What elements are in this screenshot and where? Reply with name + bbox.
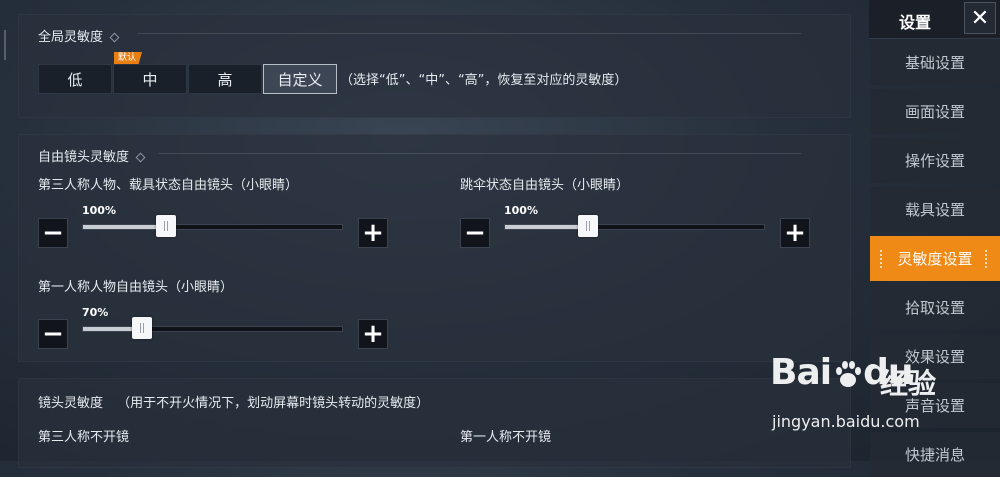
sensitivity-slider[interactable]: 100% xyxy=(82,204,343,237)
left-edge-divider xyxy=(4,30,6,60)
preset-high-button[interactable]: 高 xyxy=(188,64,262,94)
slider-value: 100% xyxy=(504,204,538,217)
preset-low-button[interactable]: 低 xyxy=(38,64,112,94)
increase-button[interactable]: + xyxy=(358,218,388,248)
slider-value: 70% xyxy=(82,306,109,319)
increase-button[interactable]: + xyxy=(780,218,810,248)
decrease-button[interactable]: − xyxy=(38,218,68,248)
sidebar-item-label: 画面设置 xyxy=(904,103,965,121)
minus-icon: − xyxy=(464,218,486,248)
slider-thumb[interactable] xyxy=(155,215,176,237)
preset-label: 高 xyxy=(217,70,233,89)
preset-label: 自定义 xyxy=(277,70,323,89)
sidebar-item-basic[interactable]: 基础设置 xyxy=(870,40,1000,85)
close-button[interactable]: ✕ xyxy=(964,2,996,34)
preset-label: 低 xyxy=(67,70,83,89)
preset-medium-button[interactable]: 默认 中 xyxy=(113,52,187,94)
slider-thumb[interactable] xyxy=(132,317,153,339)
sensitivity-slider[interactable]: 70% xyxy=(82,306,343,339)
increase-button[interactable]: + xyxy=(358,319,388,349)
preset-custom-button[interactable]: 自定义 xyxy=(263,64,337,94)
slider-track xyxy=(82,326,343,332)
divider xyxy=(158,153,801,154)
global-sensitivity-title: 全局灵敏度 xyxy=(38,26,120,45)
slider-label-first-person: 第一人称人物自由镜头（小眼睛） xyxy=(38,280,234,295)
camera-sensitivity-title: 镜头灵敏度 （用于不开火情况下，划动屏幕时镜头转动的灵敏度） xyxy=(38,396,430,411)
camera-col-third-person: 第三人称不开镜 xyxy=(38,430,130,445)
slider-value: 100% xyxy=(82,204,116,217)
sidebar-item-sensitivity[interactable]: 灵敏度设置 xyxy=(870,236,1000,281)
camera-sensitivity-panel: 镜头灵敏度 （用于不开火情况下，划动屏幕时镜头转动的灵敏度） 第三人称不开镜 第… xyxy=(18,378,851,468)
preset-note: （选择“低”、“中”、“高”，恢复至对应的灵敏度） xyxy=(340,73,628,88)
default-tag: 默认 xyxy=(114,52,143,64)
decrease-button[interactable]: − xyxy=(460,218,490,248)
plus-icon: + xyxy=(784,218,806,248)
slider-thumb[interactable] xyxy=(577,215,598,237)
minus-icon: − xyxy=(42,218,64,248)
plus-icon: + xyxy=(362,319,384,349)
sidebar-item-label: 操作设置 xyxy=(904,152,965,170)
sidebar-header: 设置 ✕ xyxy=(869,0,1000,39)
decrease-button[interactable]: − xyxy=(38,319,68,349)
sidebar-item-vehicle[interactable]: 载具设置 xyxy=(870,187,1000,232)
camera-col-first-person: 第一人称不开镜 xyxy=(460,430,552,445)
preset-label: 中 xyxy=(142,70,158,89)
freelook-title: 自由镜头灵敏度 xyxy=(38,146,146,165)
diamond-icon xyxy=(109,32,120,43)
paw-icon xyxy=(836,361,861,387)
slider-track xyxy=(504,224,765,230)
divider xyxy=(138,33,801,34)
preset-group: 低 默认 中 高 自定义 xyxy=(38,52,338,94)
slider-fill xyxy=(83,225,166,229)
watermark-brand-cn: 经验 xyxy=(880,367,937,400)
sidebar-item-pickup[interactable]: 拾取设置 xyxy=(870,285,1000,330)
sidebar-item-label: 拾取设置 xyxy=(904,299,965,317)
baidu-watermark: Bai du 经验 jingyan.baidu.com xyxy=(770,352,995,457)
plus-icon: + xyxy=(362,218,384,248)
slider-track xyxy=(82,224,343,230)
slider-label-parachute: 跳伞状态自由镜头（小眼睛） xyxy=(460,178,630,193)
close-icon: ✕ xyxy=(970,5,990,31)
sidebar-title: 设置 xyxy=(899,13,932,32)
sidebar-item-label: 载具设置 xyxy=(904,201,965,219)
diamond-icon xyxy=(135,152,146,163)
sidebar-item-label: 基础设置 xyxy=(904,54,965,72)
sensitivity-slider[interactable]: 100% xyxy=(504,204,765,237)
sidebar-item-controls[interactable]: 操作设置 xyxy=(870,138,1000,183)
watermark-url: jingyan.baidu.com xyxy=(772,412,920,431)
freelook-panel: 自由镜头灵敏度 第三人称人物、载具状态自由镜头（小眼睛） − 100% + 跳伞… xyxy=(18,134,851,362)
minus-icon: − xyxy=(42,319,64,349)
slider-fill xyxy=(505,225,588,229)
slider-label-third-person: 第三人称人物、载具状态自由镜头（小眼睛） xyxy=(38,178,299,193)
sidebar-item-label: 灵敏度设置 xyxy=(897,250,973,268)
sidebar-item-graphics[interactable]: 画面设置 xyxy=(870,89,1000,134)
global-sensitivity-panel: 全局灵敏度 低 默认 中 高 自定义 （选择“低”、“中”、“高”，恢复至对应的… xyxy=(18,14,851,118)
